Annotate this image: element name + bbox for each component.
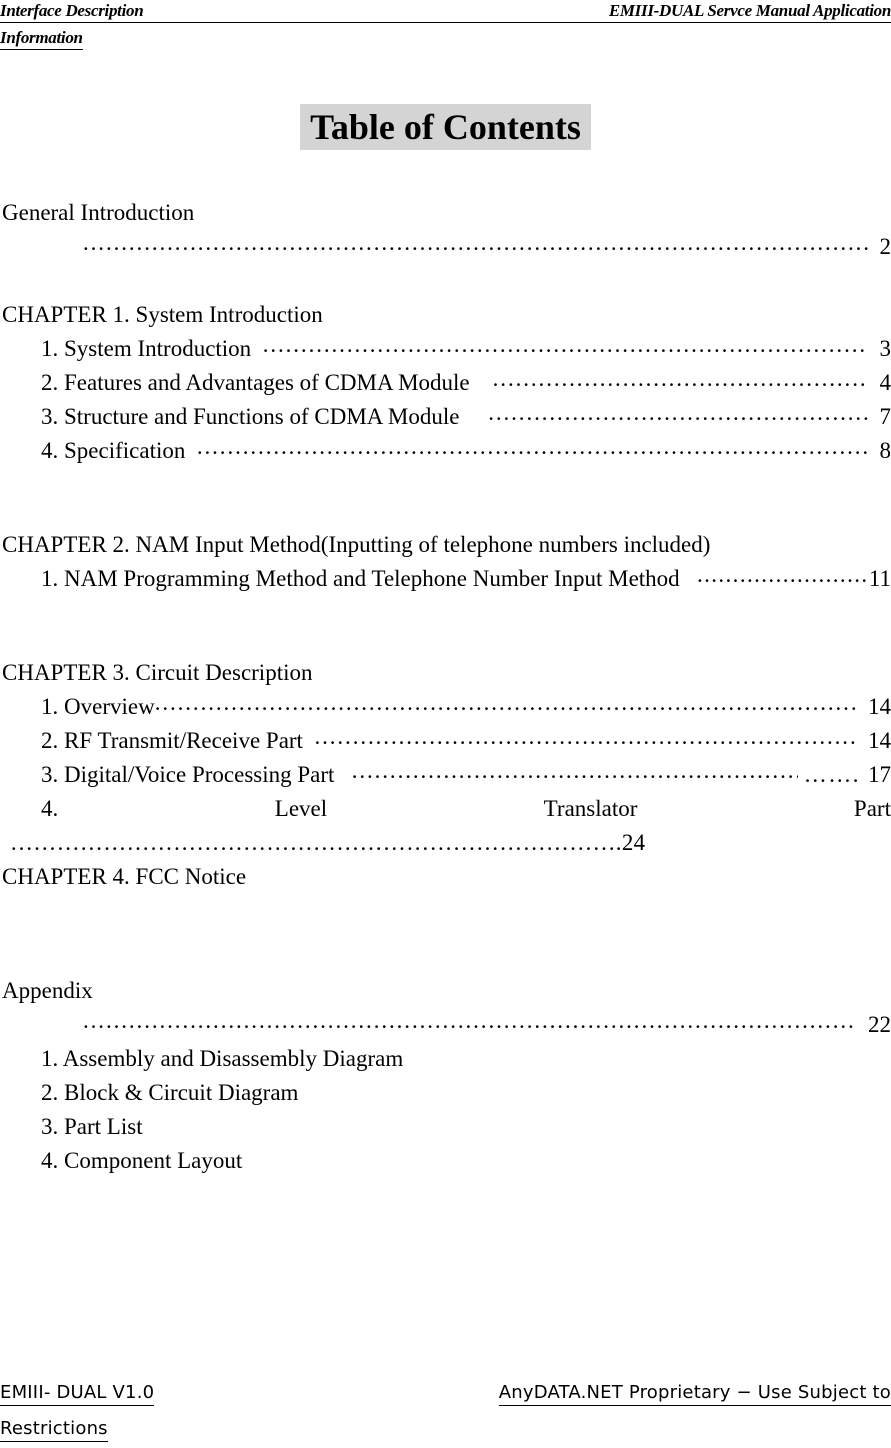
toc-entry[interactable]: 1. Assembly and Disassembly Diagram [0,1042,891,1076]
footer-right-text: AnyDATA.NET Proprietary − Use Subject to [498,1382,891,1406]
toc-entry-label: 3. Part List [41,1114,143,1139]
toc-entry-appendix-leader[interactable]: 22 [0,1008,891,1042]
toc-entry[interactable]: 1. NAM Programming Method and Telephone … [0,562,891,596]
toc-entry[interactable]: 3. Part List [0,1110,891,1144]
dot-leader [83,1009,856,1032]
toc-entry[interactable]: 2. Block & Circuit Diagram [0,1076,891,1110]
toc-heading-appendix[interactable]: Appendix [0,974,891,1008]
secondary-dot-leader: ……. [803,762,860,787]
toc-entry-spacer [303,724,315,758]
dot-leader [263,333,868,356]
dot-leader [155,691,856,714]
toc-heading-chapter4[interactable]: CHAPTER 4. FCC Notice [0,860,891,894]
dot-leader [314,725,856,748]
toc-entry-number: 4. [41,796,59,821]
page-title: Table of Contents [300,104,591,150]
toc-entry-label: 3. Structure and Functions of CDMA Modul… [41,404,460,429]
toc-page-number: 22 [868,1012,891,1037]
toc-page-number: 4 [879,370,891,395]
toc-entry[interactable]: 4. Specification 8 [0,434,891,468]
page-header: Interface Description EMIII-DUAL Servce … [0,0,891,50]
toc-entry-spacer [459,400,488,434]
toc-entry[interactable]: 3. Digital/Voice Processing Part ……. 17 [0,758,891,792]
toc-page-number: 8 [879,438,891,463]
toc-entry[interactable]: 4. Component Layout [0,1144,891,1178]
dot-leader [83,231,868,254]
toc-page-number: 17 [868,762,891,787]
toc-entry-label: 4. Specification [41,438,186,463]
header-left-text: Interface Description [0,1,144,20]
page-footer-row: EMIII- DUAL V1.0 AnyDATA.NET Proprietary… [0,1382,891,1410]
toc-page-number: 11 [868,566,891,591]
toc-entry-label: 2. RF Transmit/Receive Part [41,728,303,753]
toc-entry-word-part: Part [853,796,891,821]
toc-page-number: 7 [879,404,891,429]
toc-entry[interactable]: 1. System Introduction 3 [0,332,891,366]
toc-entry-label: 1. NAM Programming Method and Telephone … [41,566,680,591]
toc-page-number: 14 [868,694,891,719]
toc-entry-label: 2. Features and Advantages of CDMA Modul… [41,370,470,395]
page-footer: EMIII- DUAL V1.0 AnyDATA.NET Proprietary… [0,1382,891,1442]
toc-entry-word-translator: Translator [543,796,638,821]
toc-entry-general-leader[interactable]: 2 [0,230,891,264]
toc-heading-chapter3[interactable]: CHAPTER 3. Circuit Description [0,656,891,690]
toc-entry-label: 4. Component Layout [41,1148,243,1173]
toc-entry-spacer [251,332,263,366]
toc-entry-spacer [470,366,493,400]
dot-leader [488,401,867,424]
toc-entry-spacer [680,562,697,596]
toc-entry-label: 3. Digital/Voice Processing Part [41,762,335,787]
page-title-container: Table of Contents [0,104,891,150]
toc-page-number: 2 [879,234,891,259]
toc-entry-label: 1. Overview [41,694,155,719]
dot-leader [197,435,868,458]
toc-entry-spacer [185,434,197,468]
page-header-row: Interface Description EMIII-DUAL Servce … [0,0,891,24]
dot-leader [697,563,869,586]
toc-heading-chapter1[interactable]: CHAPTER 1. System Introduction [0,298,891,332]
dot-leader [352,759,798,782]
toc-entry-word-level: Level [274,796,328,821]
toc-heading-chapter2[interactable]: CHAPTER 2. NAM Input Method(Inputting of… [0,528,891,562]
header-continuation-text: Information [0,28,83,50]
footer-left-text: EMIII- DUAL V1.0 [0,1382,155,1406]
header-right-text: EMIII-DUAL Servce Manual Application [608,1,891,20]
toc-entry-label: 1. System Introduction [41,336,252,361]
toc-entry-spread-leader: …………………………………………………………………….24 [10,830,646,855]
toc-page-number: 14 [868,728,891,753]
toc-entry[interactable]: 1. Overview 14 [0,690,891,724]
table-of-contents: General Introduction 2 CHAPTER 1. System… [0,196,891,1178]
footer-continuation-text: Restrictions [0,1418,108,1442]
document-page: Interface Description EMIII-DUAL Servce … [0,0,891,1448]
toc-entry-spread[interactable]: 4. Level Translator Part [0,792,891,826]
toc-entry-label: 2. Block & Circuit Diagram [41,1080,299,1105]
toc-entry-spacer [334,758,351,792]
toc-page-number: 3 [879,336,891,361]
dot-leader [493,367,868,390]
toc-entry[interactable]: 2. RF Transmit/Receive Part 14 [0,724,891,758]
toc-entry[interactable]: 3. Structure and Functions of CDMA Modul… [0,400,891,434]
toc-entry[interactable]: 2. Features and Advantages of CDMA Modul… [0,366,891,400]
toc-entry-label: 1. Assembly and Disassembly Diagram [41,1046,404,1071]
toc-heading-general[interactable]: General Introduction [0,196,891,230]
